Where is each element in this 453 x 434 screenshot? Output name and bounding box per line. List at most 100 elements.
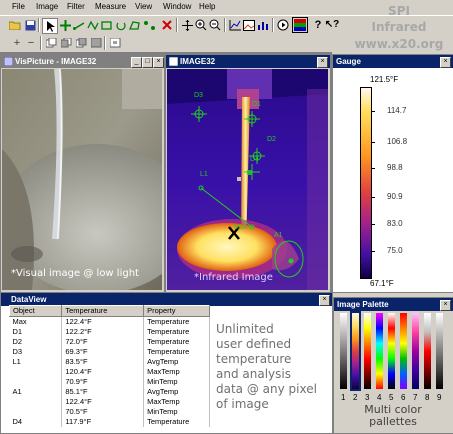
brand-line-2: Infrared <box>371 20 427 34</box>
palette-swatch[interactable] <box>364 313 371 389</box>
polyline-icon[interactable] <box>86 18 100 32</box>
infrared-titlebar[interactable]: IMAGE32 <box>166 55 330 68</box>
chart-icon[interactable] <box>228 18 242 32</box>
dataview-note: Unlimited user defined temperature and a… <box>216 322 317 411</box>
dataview-title: DataView <box>11 295 47 304</box>
gauge-tick: 83.0 <box>387 219 403 228</box>
table-row[interactable]: 120.4°F MaxTemp <box>9 367 210 377</box>
menu-image[interactable]: Image <box>36 2 58 11</box>
spot-icon[interactable] <box>143 18 157 32</box>
marker-a1-label[interactable]: A1 <box>274 232 283 239</box>
save-icon[interactable] <box>23 18 37 32</box>
menu-filter[interactable]: Filter <box>67 2 85 11</box>
thermal-image <box>167 69 328 290</box>
column-header-temperature[interactable]: Temperature <box>61 305 145 317</box>
dataview-table: Object Temperature Property Max 122.4°F Te… <box>8 305 210 427</box>
table-row[interactable]: D2 72.0°F Temperature <box>9 337 210 347</box>
toolbar-separator <box>272 18 274 32</box>
column-header-object[interactable]: Object <box>8 305 63 317</box>
layer-back-icon[interactable] <box>59 36 73 50</box>
marker-d1-label[interactable]: D1 <box>252 101 261 108</box>
ungroup-icon[interactable] <box>108 36 122 50</box>
menu-window[interactable]: Window <box>163 2 191 11</box>
minus-icon[interactable]: − <box>24 36 38 50</box>
palette-swatches <box>338 311 448 393</box>
pointer-icon[interactable] <box>42 18 58 34</box>
gauge-tick: 98.8 <box>387 163 403 172</box>
group-icon[interactable] <box>89 36 103 50</box>
help-icon[interactable]: ? <box>311 18 325 32</box>
layer-front-icon[interactable] <box>74 36 88 50</box>
palette-swatch[interactable] <box>412 313 419 389</box>
maximize-button[interactable]: □ <box>142 57 153 68</box>
play-icon[interactable] <box>276 18 290 32</box>
menu-file[interactable]: File <box>12 2 25 11</box>
palette-swatch[interactable] <box>424 313 431 389</box>
close-button[interactable]: × <box>440 300 451 311</box>
gauge-min-label: 67.1°F <box>370 279 394 288</box>
menu-help[interactable]: Help <box>199 2 215 11</box>
close-button[interactable]: × <box>153 57 164 68</box>
open-icon[interactable] <box>8 18 22 32</box>
line-tool-icon[interactable] <box>72 18 86 32</box>
layer-icon[interactable] <box>44 36 58 50</box>
palette-swatch[interactable] <box>388 313 395 389</box>
vis-caption: *Visual image @ low light <box>11 268 139 279</box>
column-header-property[interactable]: Property <box>143 305 210 317</box>
palette-swatch[interactable] <box>436 313 443 389</box>
palette-title: Image Palette <box>337 300 389 309</box>
palette-numbers: 1 2 3 4 5 6 7 8 9 <box>341 393 442 402</box>
visual-photo <box>2 69 162 290</box>
close-button[interactable]: × <box>319 295 330 306</box>
menu-view[interactable]: View <box>135 2 152 11</box>
crosshair-icon[interactable] <box>58 18 72 32</box>
plus-icon[interactable]: + <box>10 36 24 50</box>
marker-l1-label[interactable]: L1 <box>200 171 208 178</box>
menu-measure[interactable]: Measure <box>95 2 126 11</box>
rectangle-tool-icon[interactable] <box>100 18 114 32</box>
toolbar-separator <box>224 18 226 32</box>
marker-d2-label[interactable]: D2 <box>267 136 276 143</box>
window-icon <box>3 56 14 67</box>
brand-line-1: SPI <box>388 4 410 18</box>
table-row[interactable]: 70.5°F MinTemp <box>9 407 210 417</box>
graph-icon[interactable] <box>256 18 270 32</box>
toolbar-separator <box>38 18 40 32</box>
marker-d3-label[interactable]: D3 <box>194 92 203 99</box>
context-help-icon[interactable]: ↖? <box>325 18 340 32</box>
zoom-in-icon[interactable] <box>194 18 208 32</box>
palette-icon[interactable] <box>292 17 308 33</box>
delete-icon[interactable] <box>160 18 174 32</box>
table-row[interactable]: D3 69.3°F Temperature <box>9 347 210 357</box>
palette-swatch[interactable] <box>400 313 407 389</box>
table-row[interactable]: 70.9°F MinTemp <box>9 377 210 387</box>
close-button[interactable]: × <box>440 57 451 68</box>
table-row[interactable]: Max 122.4°F Temperature <box>9 316 210 327</box>
toolbar-separator <box>176 18 178 32</box>
image-icon[interactable] <box>242 18 256 32</box>
palette-swatch[interactable] <box>376 313 383 389</box>
pan-icon[interactable] <box>180 18 194 32</box>
infrared-image-window: IMAGE32 × D3 D1 D2 D4 L1 Max A1 *Infrare… <box>165 54 331 293</box>
rotate-icon[interactable] <box>114 18 128 32</box>
close-button[interactable]: × <box>317 57 328 68</box>
zoom-out-icon[interactable] <box>208 18 222 32</box>
marker-max-label[interactable]: Max <box>234 224 247 231</box>
table-row[interactable]: D1 122.2°F Temperature <box>9 327 210 337</box>
minimize-button[interactable]: _ <box>131 57 142 68</box>
palette-swatch[interactable] <box>340 313 347 389</box>
palette-swatch[interactable] <box>350 311 361 391</box>
polygon-icon[interactable] <box>128 18 142 32</box>
gauge-tick: 114.7 <box>387 106 407 115</box>
gauge-tick: 75.0 <box>387 246 403 255</box>
brand-line-3: www.x20.org <box>354 37 444 51</box>
palette-titlebar[interactable]: Image Palette <box>334 298 453 311</box>
gauge-titlebar[interactable]: Gauge <box>333 55 453 68</box>
table-row[interactable]: 122.4°F MaxTemp <box>9 397 210 407</box>
table-row[interactable]: A1 85.1°F AvgTemp <box>9 387 210 397</box>
vis-picture-window: VisPicture - IMAGE32 _ □ × *Visual image… <box>0 54 165 293</box>
table-row[interactable]: D4 117.9°F Temperature <box>9 417 210 427</box>
main-toolbar: ? ↖? <box>0 16 340 34</box>
table-row[interactable]: L1 83.5°F AvgTemp <box>9 357 210 367</box>
marker-d4-label[interactable]: D4 <box>250 156 259 163</box>
